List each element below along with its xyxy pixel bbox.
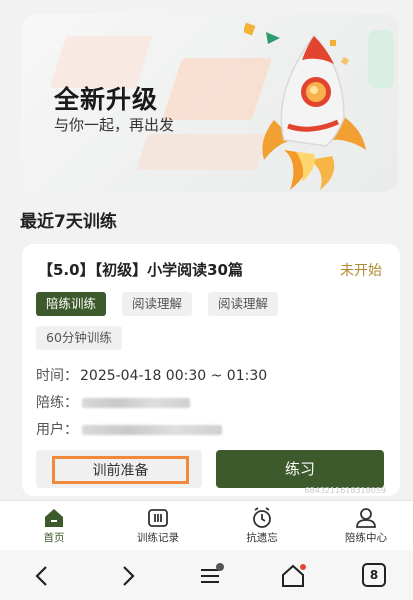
coach-name-redacted — [82, 398, 191, 408]
menu-icon[interactable] — [198, 563, 224, 589]
prep-button[interactable]: 训前准备 — [52, 456, 189, 484]
coach-label: 陪练： — [36, 395, 78, 411]
tag-reading: 阅读理解 — [208, 292, 279, 316]
app-screen: 全新升级 与你一起，再出发 最近7天训练 【5.0】【初级】小学阅读30篇 未开… — [0, 0, 413, 600]
tab-anti-forget[interactable]: 抗遗忘 — [222, 507, 302, 545]
record-id: 6843211618318059 — [304, 486, 386, 495]
tab-home[interactable]: 首页 — [14, 507, 94, 545]
tab-anti-forget-label: 抗遗忘 — [246, 532, 278, 544]
home-icon — [45, 509, 63, 527]
tabs-count-button[interactable]: 8 — [362, 563, 386, 587]
home-nav-icon[interactable] — [280, 563, 306, 589]
tab-coach-center[interactable]: 陪练中心 — [326, 507, 406, 545]
time-value: 2025-04-18 00:30 ~ 01:30 — [80, 368, 268, 384]
promo-banner[interactable]: 全新升级 与你一起，再出发 — [22, 14, 398, 192]
tab-records[interactable]: 训练记录 — [118, 507, 198, 545]
banner-subtitle: 与你一起，再出发 — [54, 116, 175, 134]
tabs-count: 8 — [369, 568, 379, 582]
time-row: 时间： 2025-04-18 00:30 ~ 01:30 — [36, 365, 267, 385]
system-nav-bar: 8 — [0, 550, 413, 600]
back-icon[interactable] — [30, 563, 56, 589]
user-icon — [356, 508, 376, 528]
practice-button[interactable]: 练习 — [216, 450, 384, 488]
bottom-tab-bar: 首页 训练记录 抗遗忘 陪练中心 — [0, 500, 413, 550]
training-card[interactable]: 【5.0】【初级】小学阅读30篇 未开始 陪练训练 阅读理解 阅读理解 60分钟… — [22, 244, 400, 496]
tag-duration: 60分钟训练 — [36, 326, 122, 350]
forward-icon[interactable] — [114, 563, 140, 589]
user-row: 用户： — [36, 419, 223, 439]
coach-row: 陪练： — [36, 392, 191, 412]
tag-coach-training: 陪练训练 — [36, 292, 107, 316]
tab-records-label: 训练记录 — [137, 532, 179, 544]
user-label: 用户： — [36, 422, 78, 438]
time-label: 时间： — [36, 368, 78, 384]
tab-home-label: 首页 — [43, 532, 65, 544]
status-badge: 未开始 — [340, 263, 382, 279]
tag-reading: 阅读理解 — [122, 292, 193, 316]
course-title: 【5.0】【初级】小学阅读30篇 — [38, 261, 243, 279]
records-icon — [148, 509, 168, 527]
section-title: 最近7天训练 — [20, 212, 117, 232]
banner-title: 全新升级 — [54, 85, 159, 114]
tab-coach-center-label: 陪练中心 — [345, 532, 387, 544]
user-name-redacted — [82, 425, 223, 435]
clock-icon — [253, 507, 271, 528]
rocket-illustration — [244, 22, 366, 190]
